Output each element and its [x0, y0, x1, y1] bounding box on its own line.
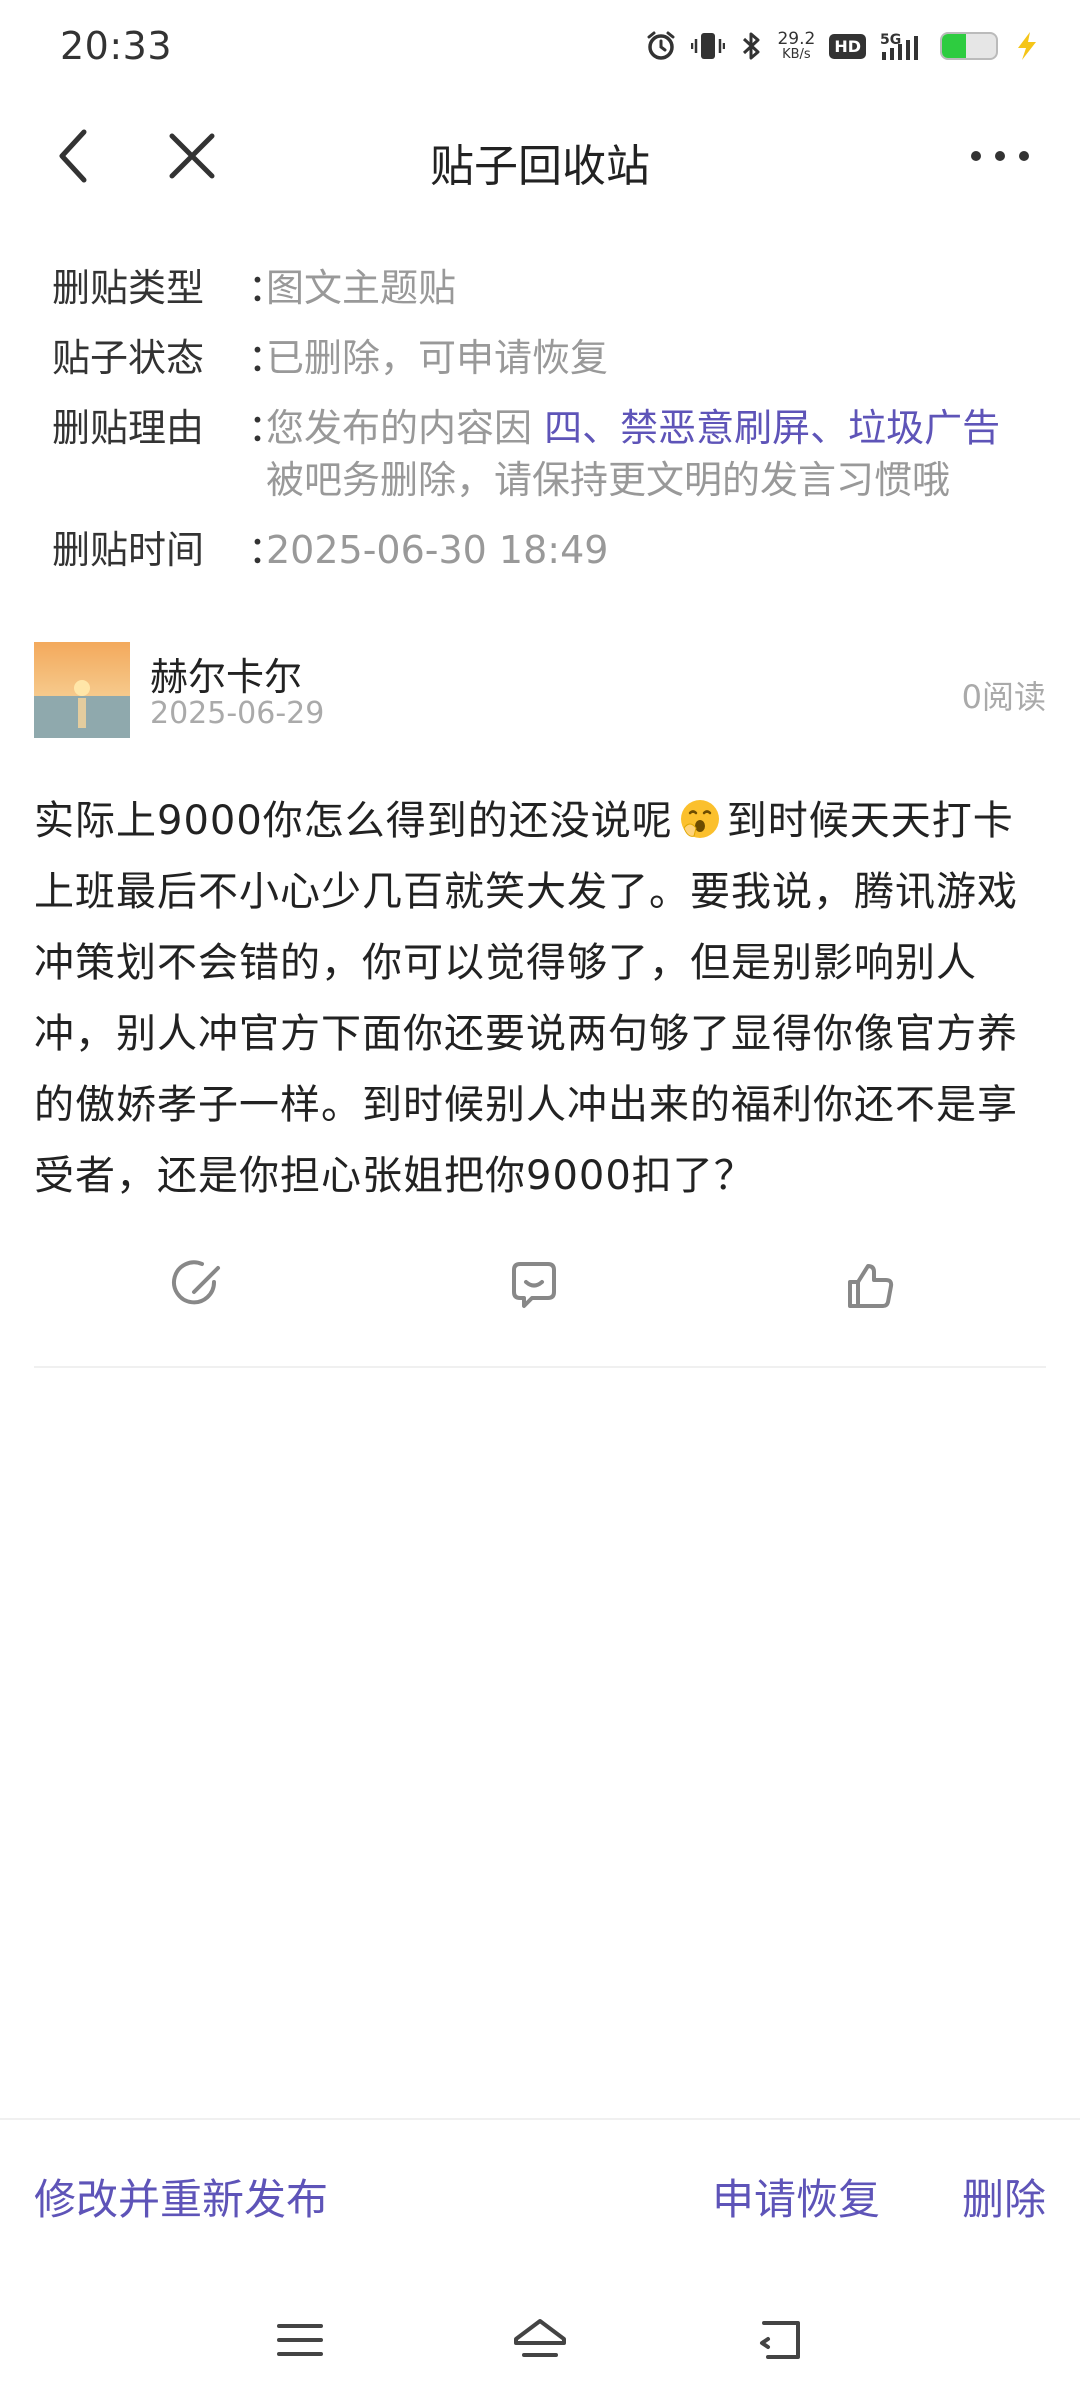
bottom-action-bar: 修改并重新发布 申请恢复 删除	[0, 2150, 1080, 2250]
reason-value: 您发布的内容因 四、禁恶意刷屏、垃圾广告 被吧务删除，请保持更文明的发言习惯哦	[266, 402, 1042, 506]
time-value: 2025-06-30 18:49	[266, 528, 609, 572]
post-header: 赫尔卡尔 2025-06-29 0阅读	[34, 642, 1046, 738]
post-content-part2: 到时候天天打卡上班最后不小心少几百就笑大发了。要我说，腾讯游戏冲策划不会错的，你…	[34, 798, 1018, 1199]
post-content-part1: 实际上9000你怎么得到的还没说呢	[34, 798, 673, 844]
avatar[interactable]	[34, 642, 130, 738]
hd-icon: HD	[829, 33, 866, 59]
back-icon[interactable]	[745, 2310, 815, 2370]
page: 20:33 29.2 KB/s HD 5G 贴子回收站 删贴类型 ： 图文主题贴…	[0, 0, 1080, 2404]
republish-button[interactable]: 修改并重新发布	[34, 2170, 328, 2230]
like-icon[interactable]	[830, 1246, 910, 1326]
yawning-face-emoji-icon	[679, 792, 721, 838]
separator: ：	[248, 528, 287, 572]
post-date: 2025-06-29	[150, 696, 325, 731]
reason-label: 删贴理由	[52, 406, 205, 450]
net-speed-unit: KB/s	[782, 47, 811, 62]
separator: ：	[248, 266, 287, 310]
type-value: 图文主题贴	[266, 266, 457, 310]
post-author[interactable]: 赫尔卡尔	[150, 646, 302, 701]
page-title: 贴子回收站	[430, 141, 650, 192]
deletion-info: 删贴类型 ： 图文主题贴 贴子状态 ： 已删除，可申请恢复 删贴理由 ： 您发布…	[52, 262, 1042, 594]
delete-button[interactable]: 删除	[962, 2170, 1046, 2230]
type-label: 删贴类型	[52, 266, 205, 310]
system-nav-bar	[0, 2290, 1080, 2390]
net-speed-value: 29.2	[777, 29, 816, 49]
restore-button[interactable]: 申请恢复	[712, 2170, 880, 2230]
info-row-status: 贴子状态 ： 已删除，可申请恢复	[52, 332, 1042, 384]
battery-icon	[940, 32, 998, 60]
status-bar: 20:33 29.2 KB/s HD 5G	[0, 0, 1080, 92]
status-time: 20:33	[60, 24, 173, 68]
post-actions	[34, 1246, 1046, 1326]
battery-fill	[942, 34, 967, 58]
status-value: 已删除，可申请恢复	[266, 336, 609, 380]
charging-icon	[1012, 30, 1040, 62]
reason-prefix: 您发布的内容因	[266, 406, 545, 450]
navbar: 贴子回收站	[0, 100, 1080, 210]
read-count: 0阅读	[961, 678, 1046, 716]
menu-icon[interactable]	[265, 2310, 335, 2370]
info-row-type: 删贴类型 ： 图文主题贴	[52, 262, 1042, 314]
info-row-reason: 删贴理由 ： 您发布的内容因 四、禁恶意刷屏、垃圾广告 被吧务删除，请保持更文明…	[52, 402, 1042, 506]
edit-icon[interactable]	[158, 1246, 238, 1326]
bottom-divider	[0, 2118, 1080, 2120]
signal-5g-icon: 5G	[880, 30, 926, 62]
net-speed: 29.2 KB/s	[777, 29, 816, 62]
home-icon[interactable]	[505, 2310, 575, 2370]
separator: ：	[248, 406, 287, 450]
status-label: 贴子状态	[52, 336, 205, 380]
status-icons: 29.2 KB/s HD 5G	[645, 30, 1040, 62]
alarm-icon	[645, 30, 677, 62]
vibrate-icon	[691, 30, 726, 62]
comment-icon[interactable]	[494, 1246, 574, 1326]
time-label: 删贴时间	[52, 528, 205, 572]
post-content: 实际上9000你怎么得到的还没说呢 到时候天天打卡上班最后不小心少几百就笑大发了。…	[34, 786, 1046, 1212]
bluetooth-icon	[739, 30, 763, 62]
info-row-time: 删贴时间 ： 2025-06-30 18:49	[52, 524, 1042, 576]
reason-suffix: 被吧务删除，请保持更文明的发言习惯哦	[266, 458, 951, 502]
reason-rule-link[interactable]: 四、禁恶意刷屏、垃圾广告	[544, 406, 1000, 450]
more-icon[interactable]	[960, 126, 1040, 186]
divider	[34, 1366, 1046, 1368]
separator: ：	[248, 336, 287, 380]
